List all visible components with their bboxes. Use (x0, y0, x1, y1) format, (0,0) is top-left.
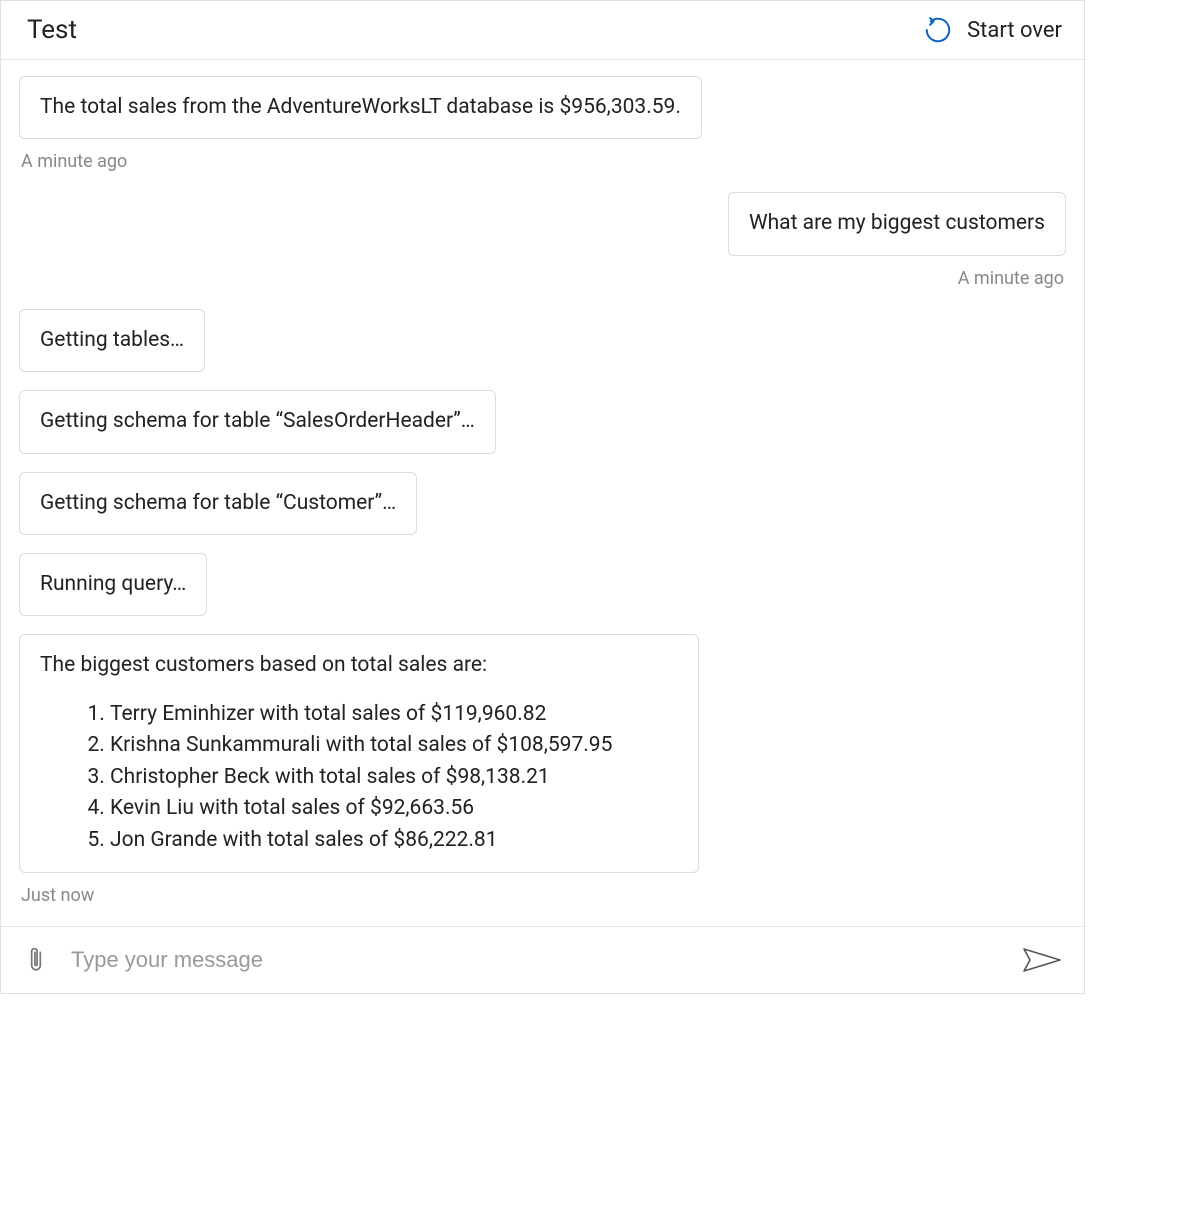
chat-messages: The total sales from the AdventureWorksL… (1, 60, 1084, 926)
status-bubble: Getting tables… (19, 309, 205, 372)
status-bubble: Getting schema for table “Customer”… (19, 472, 417, 535)
send-icon[interactable] (1022, 947, 1062, 973)
user-message-group: What are my biggest customers A minute a… (19, 192, 1066, 308)
status-bubble: Getting schema for table “SalesOrderHead… (19, 390, 496, 453)
start-over-button[interactable]: Start over (923, 15, 1062, 45)
result-list-item: Jon Grande with total sales of $86,222.8… (110, 825, 678, 857)
chat-header: Test Start over (1, 1, 1084, 60)
result-list-item: Christopher Beck with total sales of $98… (110, 762, 678, 794)
message-timestamp: A minute ago (19, 151, 129, 172)
user-message-bubble: What are my biggest customers (728, 192, 1066, 255)
result-list-item: Terry Eminhizer with total sales of $119… (110, 699, 678, 731)
paperclip-icon[interactable] (23, 944, 49, 976)
bot-message-group: The total sales from the AdventureWorksL… (19, 76, 1066, 192)
message-input[interactable] (71, 941, 1000, 979)
bot-message-group: Getting tables… Getting schema for table… (19, 309, 1066, 916)
result-list: Terry Eminhizer with total sales of $119… (40, 699, 678, 857)
start-over-label: Start over (967, 18, 1062, 43)
result-intro-text: The biggest customers based on total sal… (40, 651, 678, 680)
chat-title: Test (27, 15, 77, 45)
bot-result-bubble: The biggest customers based on total sal… (19, 634, 699, 873)
message-timestamp: A minute ago (956, 268, 1066, 289)
chat-input-bar (1, 926, 1084, 993)
message-timestamp: Just now (19, 885, 96, 906)
result-list-item: Krishna Sunkammurali with total sales of… (110, 730, 678, 762)
chat-window: Test Start over The total sales from the… (0, 0, 1085, 994)
status-bubble: Running query… (19, 553, 207, 616)
restart-icon (923, 15, 953, 45)
bot-message-bubble: The total sales from the AdventureWorksL… (19, 76, 702, 139)
result-list-item: Kevin Liu with total sales of $92,663.56 (110, 793, 678, 825)
